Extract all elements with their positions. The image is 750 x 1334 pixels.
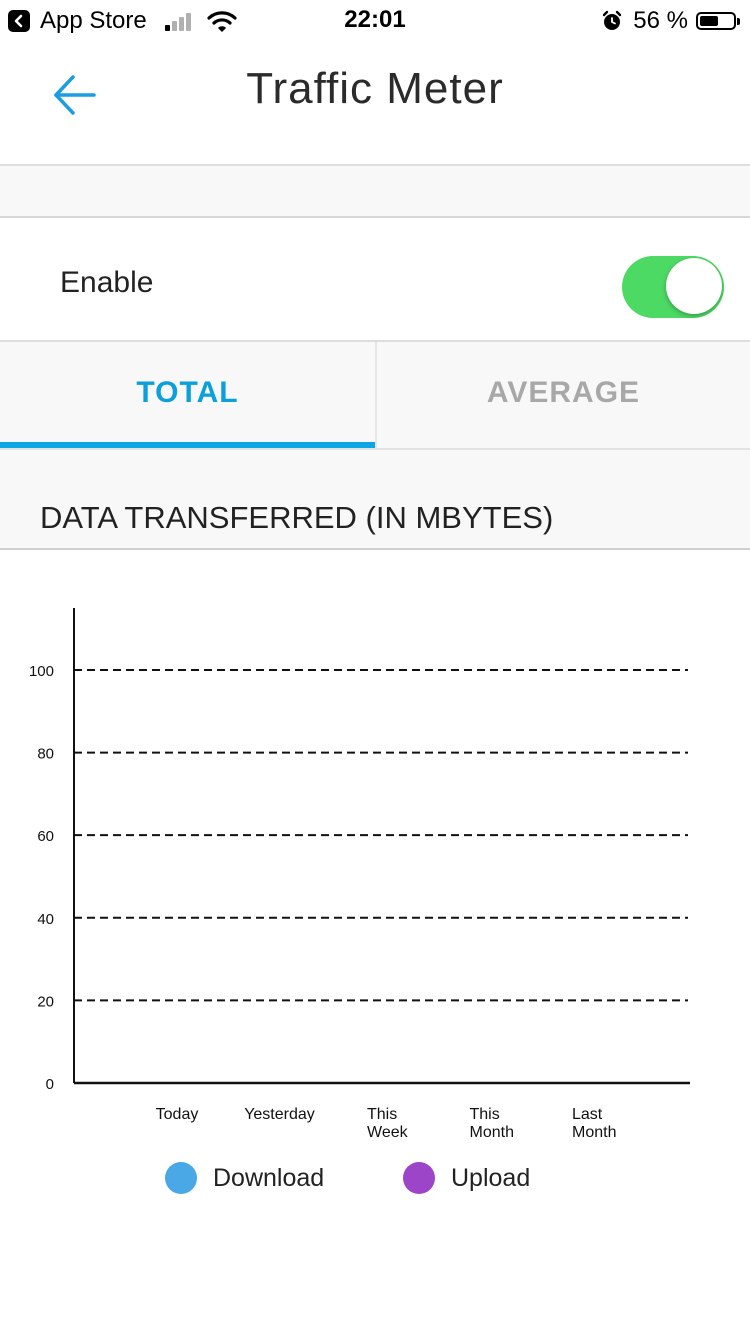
battery-icon: [696, 12, 740, 30]
battery-level-fill: [700, 16, 718, 26]
x-category-label: This Week: [367, 1106, 409, 1141]
legend-dot-upload: [403, 1162, 435, 1194]
x-category-label-line: Month: [572, 1124, 616, 1141]
legend-item-download: Download: [165, 1160, 324, 1196]
toggle-knob: [666, 258, 722, 314]
status-bar: App Store 22:01 56 %: [0, 0, 750, 42]
data-chart: 0 20 40 60 80 100 Today Yesterday This Week This Mo…: [0, 550, 750, 1250]
y-tick-label: 0: [46, 1076, 54, 1093]
x-category-label-line: Month: [470, 1124, 514, 1141]
x-category-label: Today: [156, 1106, 199, 1123]
section-header: DATA TRANSFERRED (IN MBYTES): [0, 450, 750, 550]
spacer-band: [0, 166, 750, 218]
page-title: Traffic Meter: [246, 64, 504, 113]
enable-label: Enable: [60, 266, 154, 299]
enable-toggle[interactable]: [622, 256, 724, 318]
x-category-label: Last Month: [572, 1106, 616, 1141]
navigation-bar: Traffic Meter: [0, 42, 750, 166]
battery-percent: 56 %: [633, 7, 688, 34]
tab-total[interactable]: TOTAL: [0, 342, 375, 448]
y-tick-label: 40: [37, 911, 54, 928]
legend-item-upload: Upload: [403, 1160, 530, 1196]
x-category-label-line: This: [367, 1106, 397, 1123]
y-tick-label: 20: [37, 993, 54, 1010]
x-category-label: This Month: [470, 1106, 514, 1141]
alarm-icon: [603, 10, 622, 30]
tab-bar: TOTAL AVERAGE: [0, 342, 750, 450]
x-category-label-line: Today: [156, 1106, 199, 1123]
x-category-label-line: Last: [572, 1106, 603, 1123]
legend-dot-download: [165, 1162, 197, 1194]
section-title: DATA TRANSFERRED (IN MBYTES): [40, 500, 554, 535]
y-tick-label: 80: [37, 746, 54, 763]
x-category-label: Yesterday: [244, 1106, 315, 1123]
y-tick-label: 100: [29, 663, 54, 680]
tab-average[interactable]: AVERAGE: [375, 342, 750, 448]
x-category-label-line: This: [470, 1106, 500, 1123]
y-tick-label: 60: [37, 828, 54, 845]
legend-label-download: Download: [213, 1163, 325, 1192]
x-category-label-line: Yesterday: [244, 1106, 315, 1123]
status-right: 56 %: [601, 6, 740, 36]
battery-nub: [737, 18, 740, 25]
chart-legend: Download Upload: [0, 1160, 750, 1200]
enable-row: Enable: [0, 218, 750, 342]
x-category-label-line: Week: [367, 1124, 409, 1141]
legend-label-upload: Upload: [451, 1163, 531, 1192]
chart-svg: 020406080100Today Yesterday This WeekThis Mo…: [29, 608, 690, 1141]
